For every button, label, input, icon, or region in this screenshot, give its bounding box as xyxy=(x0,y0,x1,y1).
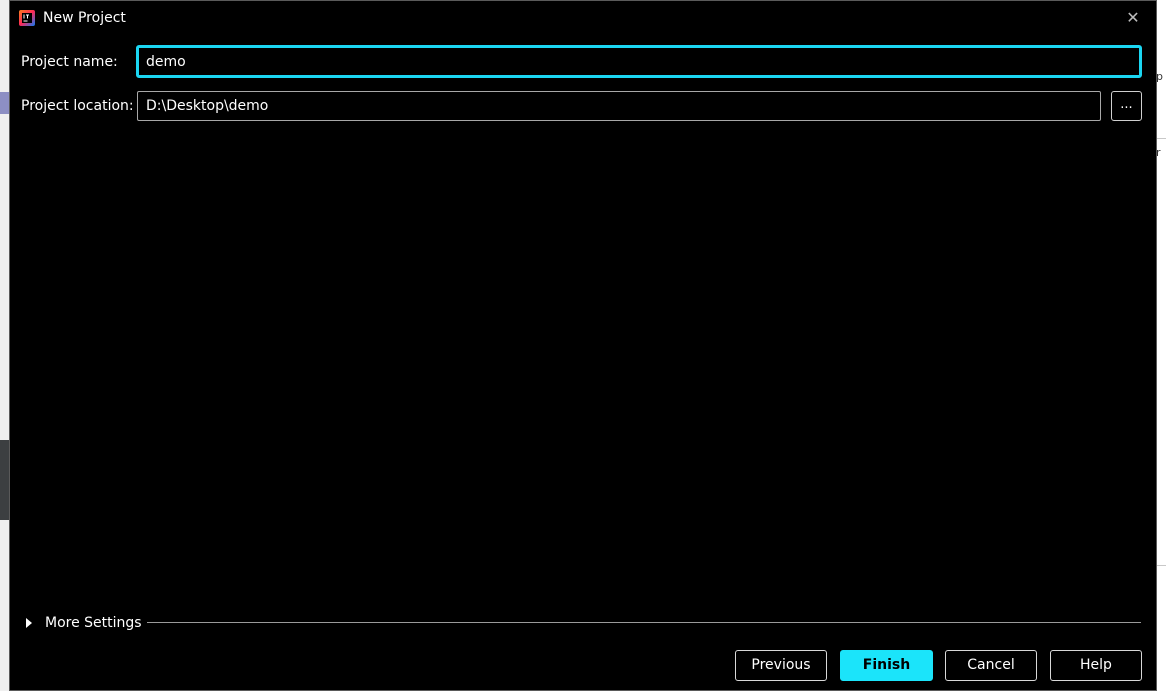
help-button[interactable]: Help xyxy=(1050,650,1142,681)
close-icon: ✕ xyxy=(1126,8,1140,27)
background-divider xyxy=(1156,138,1166,139)
background-bottom-strip xyxy=(0,691,1166,700)
cancel-button[interactable]: Cancel xyxy=(945,650,1037,681)
finish-button[interactable]: Finish xyxy=(840,650,933,681)
expand-arrow-icon xyxy=(26,618,32,628)
project-name-label: Project name: xyxy=(21,54,118,70)
more-settings-divider xyxy=(147,622,1141,623)
more-settings-label: More Settings xyxy=(45,615,142,631)
close-button[interactable]: ✕ xyxy=(1122,7,1144,29)
background-divider xyxy=(1156,565,1166,566)
project-name-input[interactable] xyxy=(136,45,1142,78)
project-location-input[interactable] xyxy=(137,91,1101,121)
dialog-title: New Project xyxy=(43,10,126,26)
background-right-strip: p r xyxy=(1156,0,1166,700)
browse-location-button[interactable]: ... xyxy=(1111,91,1142,121)
intellij-idea-icon xyxy=(19,10,35,26)
project-location-label: Project location: xyxy=(21,98,134,114)
dialog-titlebar[interactable]: New Project ✕ xyxy=(10,1,1156,37)
previous-button[interactable]: Previous xyxy=(735,650,827,681)
background-text-fragment: p xyxy=(1156,70,1163,83)
new-project-dialog: New Project ✕ Project name: Project loca… xyxy=(9,0,1157,691)
more-settings-toggle[interactable]: More Settings xyxy=(26,613,142,633)
